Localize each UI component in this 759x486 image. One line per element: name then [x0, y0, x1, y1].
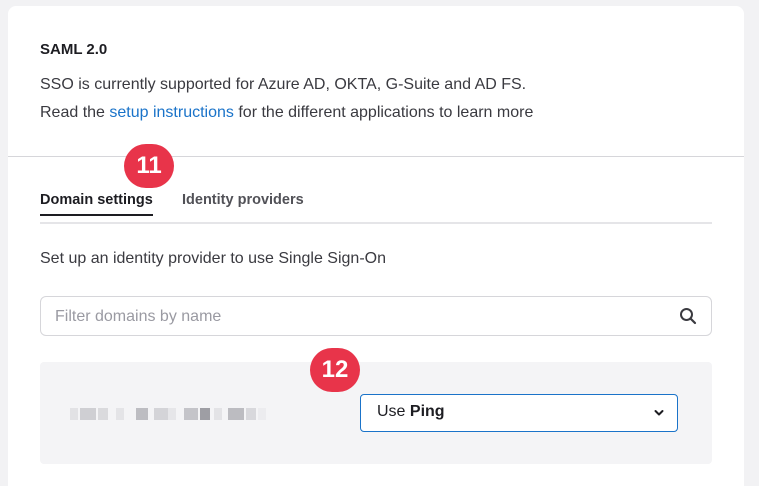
provider-name: Ping: [409, 403, 445, 420]
tab-identity-providers[interactable]: Identity providers: [182, 192, 304, 208]
description-line-2: Read the setup instructions for the diff…: [40, 99, 533, 127]
chevron-down-icon: [654, 410, 664, 416]
domain-search-input[interactable]: [53, 297, 657, 337]
description-prefix: Read the: [40, 104, 110, 121]
tab-bar: Domain settings Identity providers: [40, 186, 712, 224]
identity-provider-select[interactable]: Use Ping: [360, 394, 678, 432]
description-suffix: for the different applications to learn …: [233, 104, 534, 121]
section-description: SSO is currently supported for Azure AD,…: [40, 71, 533, 127]
saml-settings-card: SAML 2.0 SSO is currently supported for …: [8, 6, 744, 486]
description-line-1: SSO is currently supported for Azure AD,…: [40, 76, 527, 93]
redacted-domain-name: [70, 408, 270, 420]
selected-provider: Use Ping: [377, 403, 445, 420]
domain-section-subtitle: Set up an identity provider to use Singl…: [40, 250, 386, 267]
section-title: SAML 2.0: [40, 41, 108, 58]
domain-search-box: [40, 296, 712, 337]
tab-domain-settings[interactable]: Domain settings: [40, 192, 153, 216]
step-badge-11: 11: [124, 144, 174, 188]
search-icon[interactable]: [679, 307, 697, 325]
step-badge-12: 12: [310, 348, 360, 392]
setup-instructions-link[interactable]: setup instructions: [109, 104, 234, 121]
domain-row: Use Ping: [40, 362, 712, 464]
section-divider: [8, 156, 744, 157]
